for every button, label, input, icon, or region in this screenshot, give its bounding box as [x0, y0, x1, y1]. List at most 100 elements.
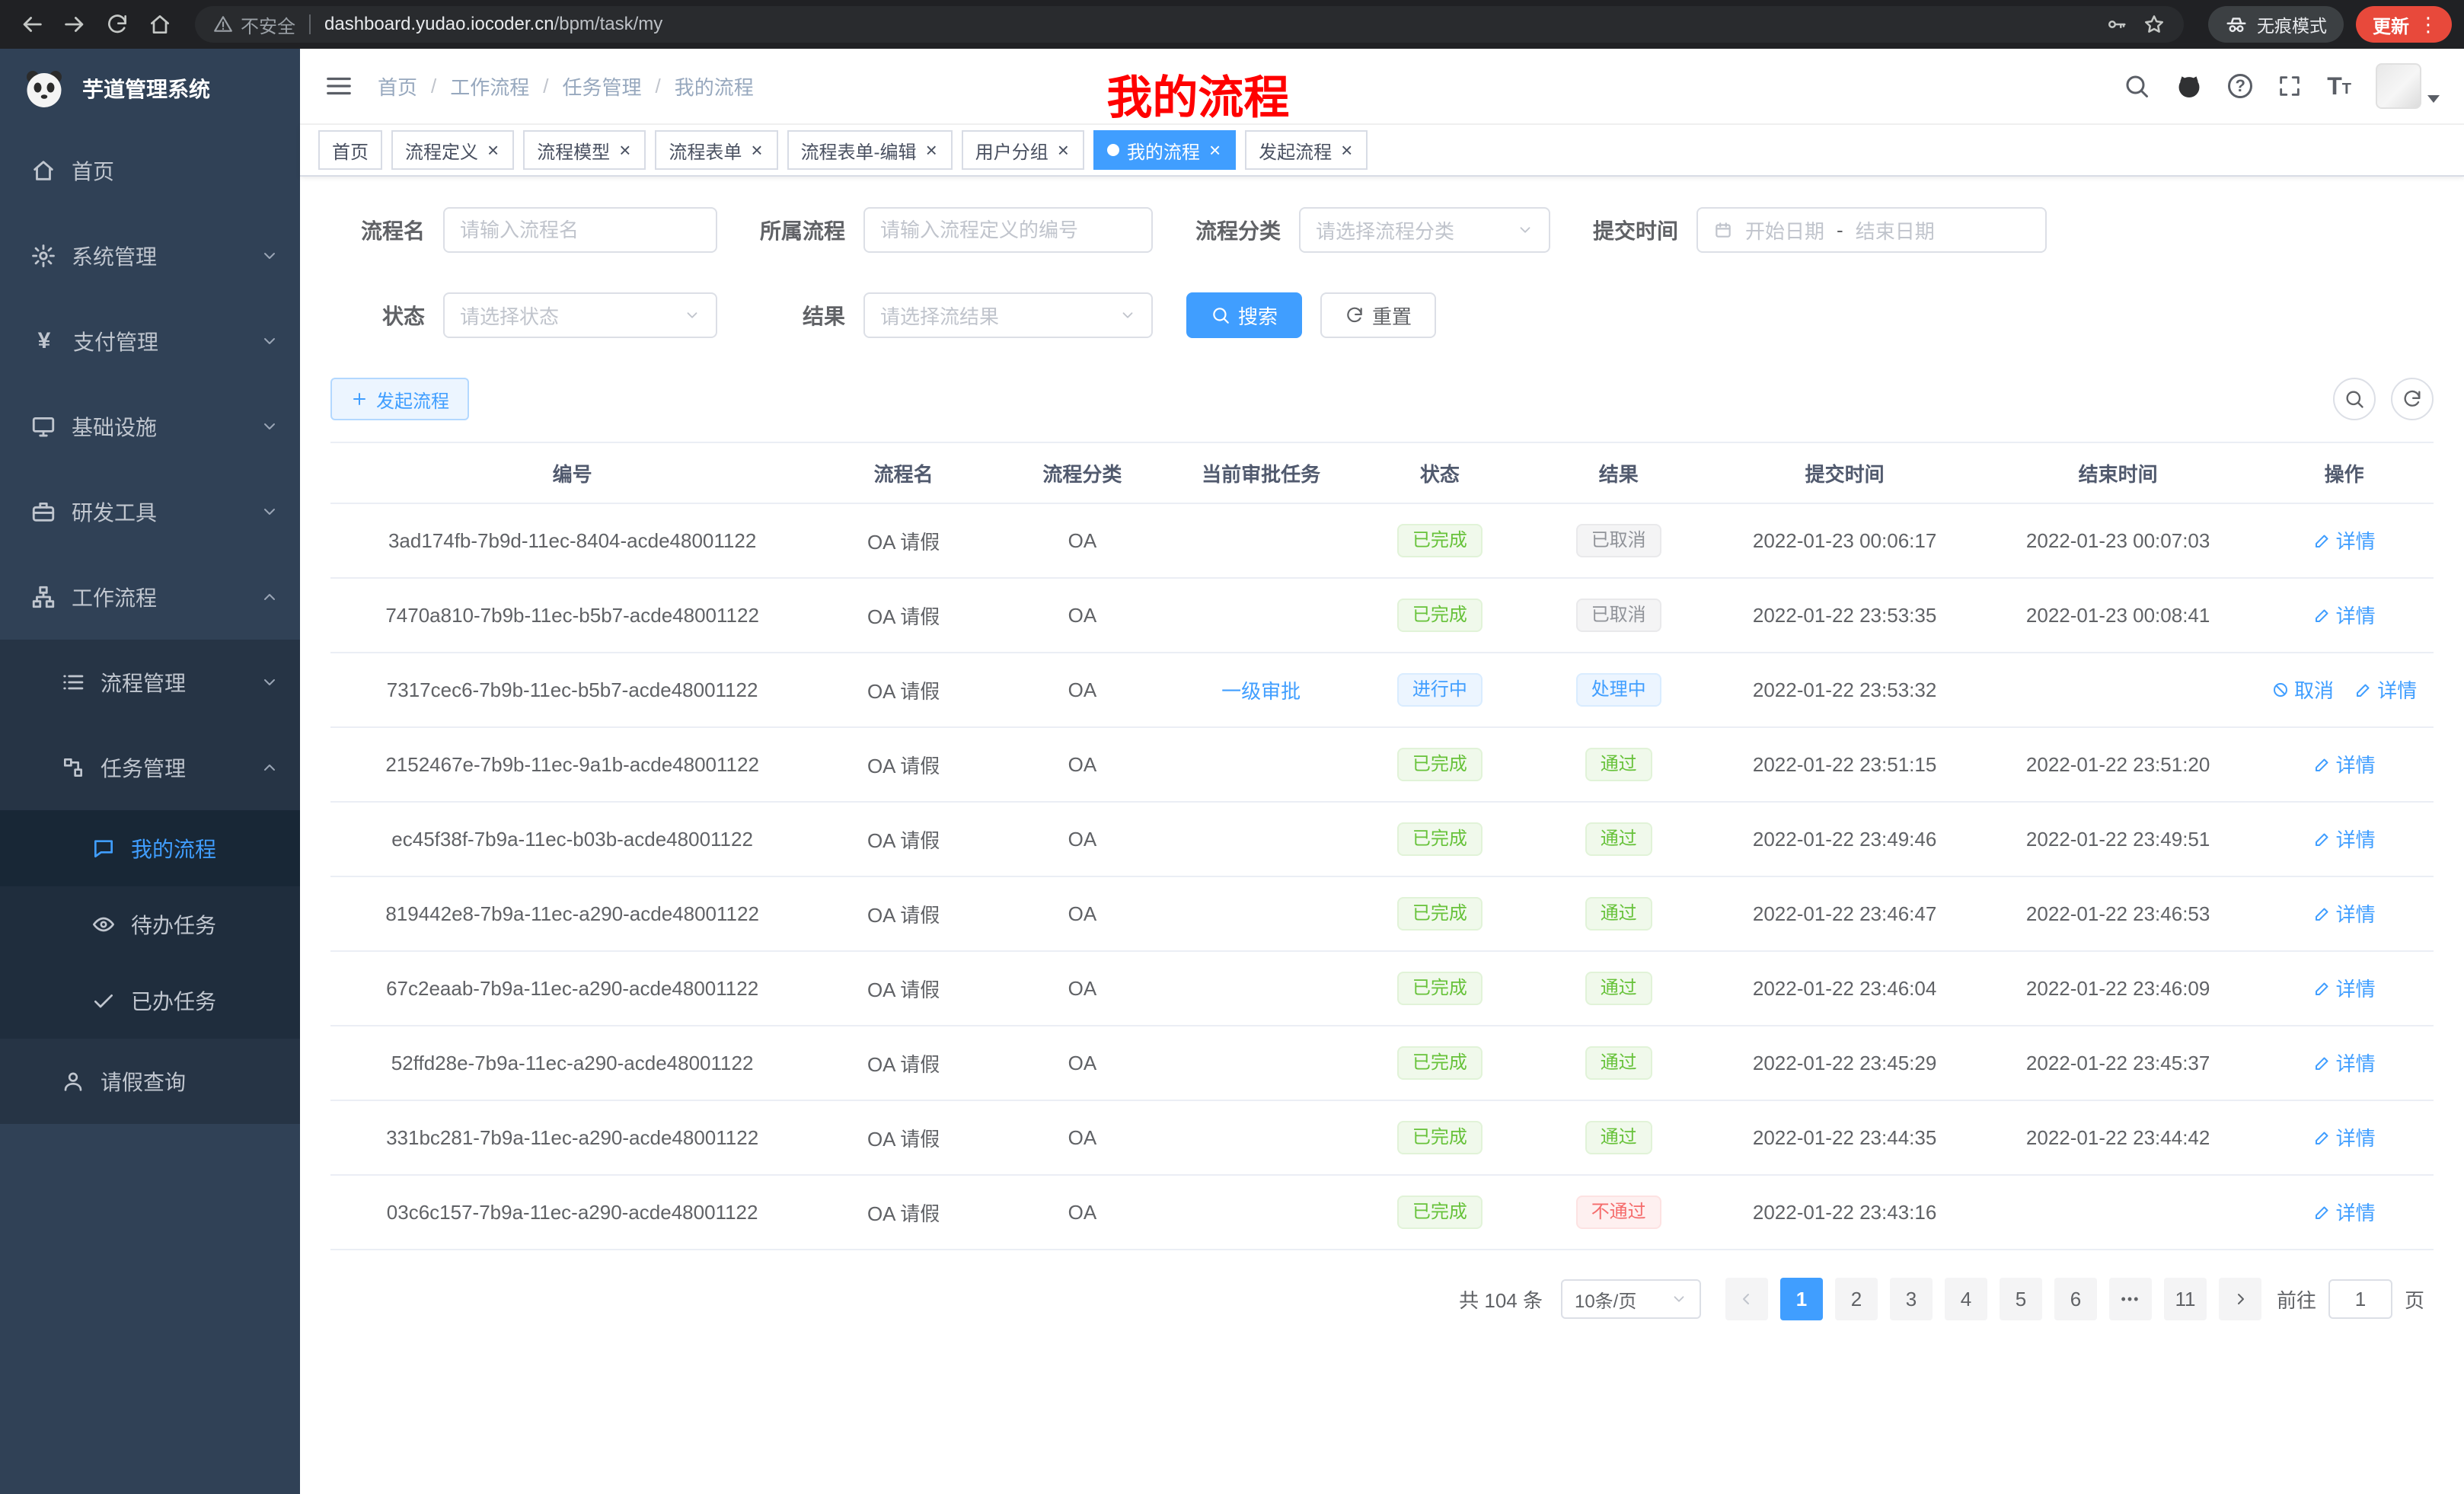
close-icon[interactable]: ×	[749, 140, 764, 160]
fullscreen-button[interactable]	[2277, 73, 2303, 99]
tab-process-model[interactable]: 流程模型×	[523, 130, 646, 170]
close-icon[interactable]: ×	[486, 140, 500, 160]
detail-link[interactable]: 详情	[2313, 1123, 2376, 1151]
sidebar-item-devtools[interactable]: 研发工具	[0, 469, 300, 554]
current-task-link[interactable]: 一级审批	[1221, 676, 1301, 704]
page-button[interactable]: 11	[2164, 1278, 2207, 1320]
next-page-button[interactable]	[2219, 1278, 2261, 1320]
security-warning[interactable]: 不安全	[213, 11, 295, 38]
tab-initiate-process[interactable]: 发起流程×	[1245, 130, 1368, 170]
cell-submit-time: 2022-01-22 23:51:15	[1708, 727, 1981, 802]
tab-my-process[interactable]: 我的流程×	[1093, 130, 1236, 170]
detail-link[interactable]: 详情	[2313, 899, 2376, 927]
edit-icon	[2313, 1203, 2332, 1221]
sidebar-item-process-mgmt[interactable]: 流程管理	[0, 640, 300, 725]
result-badge: 不通过	[1576, 1196, 1661, 1229]
sidebar-item-payment[interactable]: ¥ 支付管理	[0, 298, 300, 384]
home-button[interactable]	[140, 5, 180, 44]
detail-link[interactable]: 详情	[2313, 974, 2376, 1002]
result-badge: 通过	[1585, 748, 1652, 781]
tabs-bar: 首页 流程定义× 流程模型× 流程表单× 流程表单-编辑× 用户分组×	[300, 125, 2464, 177]
refresh-table-button[interactable]	[2391, 378, 2434, 420]
breadcrumb-item[interactable]: 首页	[378, 72, 417, 101]
detail-link[interactable]: 详情	[2313, 825, 2376, 853]
page-button[interactable]: 2	[1835, 1278, 1878, 1320]
github-button[interactable]	[2175, 72, 2204, 101]
reload-button[interactable]	[97, 5, 137, 44]
jump-page-input[interactable]	[2328, 1279, 2392, 1319]
page-button[interactable]: 5	[2000, 1278, 2042, 1320]
close-icon[interactable]: ×	[618, 140, 632, 160]
process-definition-input[interactable]	[863, 207, 1153, 253]
column-header: 当前审批任务	[1172, 442, 1351, 503]
page-button[interactable]: 6	[2054, 1278, 2097, 1320]
cell-id: 67c2eaab-7b9a-11ec-a290-acde48001122	[330, 951, 814, 1026]
sidebar-item-workflow[interactable]: 工作流程	[0, 554, 300, 640]
sidebar-item-home[interactable]: 首页	[0, 128, 300, 213]
chevron-left-icon	[1738, 1290, 1756, 1308]
page-button[interactable]: 1	[1780, 1278, 1823, 1320]
page-button[interactable]: 3	[1890, 1278, 1933, 1320]
forward-button[interactable]	[55, 5, 94, 44]
cancel-link[interactable]: 取消	[2271, 675, 2334, 704]
tab-home[interactable]: 首页	[318, 130, 382, 170]
reset-button[interactable]: 重置	[1320, 292, 1436, 338]
collapse-sidebar-button[interactable]	[324, 72, 353, 101]
sidebar-item-leave-query[interactable]: 请假查询	[0, 1039, 300, 1124]
detail-link[interactable]: 详情	[2313, 526, 2376, 554]
header-search-button[interactable]	[2123, 72, 2150, 100]
detail-link[interactable]: 详情	[2313, 750, 2376, 778]
help-button[interactable]: ?	[2228, 74, 2252, 98]
submit-time-range-picker[interactable]: 开始日期 - 结束日期	[1696, 207, 2047, 253]
page-button[interactable]: 4	[1945, 1278, 1987, 1320]
update-button[interactable]: 更新 ⋮	[2356, 6, 2452, 43]
breadcrumb-item[interactable]: 任务管理	[563, 72, 642, 101]
cell-category: OA	[993, 876, 1172, 951]
cell-submit-time: 2022-01-22 23:46:47	[1708, 876, 1981, 951]
detail-link[interactable]: 详情	[2313, 601, 2376, 629]
search-button-label: 搜索	[1238, 302, 1278, 330]
sidebar-item-my-process[interactable]: 我的流程	[0, 810, 300, 886]
sidebar-item-task-mgmt[interactable]: 任务管理	[0, 725, 300, 810]
sidebar-item-system[interactable]: 系统管理	[0, 213, 300, 298]
toggle-search-button[interactable]	[2333, 378, 2376, 420]
status-select[interactable]: 请选择状态	[443, 292, 717, 338]
user-menu[interactable]	[2376, 63, 2440, 109]
initiate-process-button[interactable]: 发起流程	[330, 378, 469, 420]
more-pages-button[interactable]: •••	[2109, 1278, 2152, 1320]
sidebar-item-done-tasks[interactable]: 已办任务	[0, 962, 300, 1039]
bookmark-button[interactable]	[2143, 13, 2166, 36]
tab-user-group[interactable]: 用户分组×	[962, 130, 1084, 170]
close-icon[interactable]: ×	[1056, 140, 1071, 160]
back-button[interactable]	[12, 5, 52, 44]
breadcrumb-item[interactable]: 工作流程	[450, 72, 529, 101]
address-bar[interactable]: 不安全 dashboard.yudao.iocoder.cn /bpm/task…	[195, 6, 2184, 43]
kebab-menu-icon[interactable]: ⋮	[2418, 13, 2438, 37]
sidebar-item-infra[interactable]: 基础设施	[0, 384, 300, 469]
tab-process-definition[interactable]: 流程定义×	[391, 130, 514, 170]
breadcrumb-item[interactable]: 我的流程	[675, 72, 754, 101]
password-key-button[interactable]	[2105, 13, 2127, 36]
close-icon[interactable]: ×	[1208, 140, 1222, 160]
breadcrumb-separator: /	[656, 75, 661, 98]
result-select[interactable]: 请选择流结果	[863, 292, 1153, 338]
cell-current-task	[1172, 727, 1351, 802]
tab-process-form[interactable]: 流程表单×	[655, 130, 777, 170]
tab-process-form-edit[interactable]: 流程表单-编辑×	[787, 130, 953, 170]
close-icon[interactable]: ×	[1339, 140, 1354, 160]
sidebar-item-todo-tasks[interactable]: 待办任务	[0, 886, 300, 962]
detail-link[interactable]: 详情	[2313, 1049, 2376, 1077]
page-size-select[interactable]: 10条/页	[1561, 1279, 1701, 1319]
detail-link[interactable]: 详情	[2354, 675, 2417, 704]
cell-category: OA	[993, 951, 1172, 1026]
detail-link[interactable]: 详情	[2313, 1198, 2376, 1226]
close-icon[interactable]: ×	[924, 140, 939, 160]
font-size-button[interactable]: TT	[2327, 74, 2351, 98]
category-select[interactable]: 请选择流程分类	[1299, 207, 1550, 253]
incognito-label: 无痕模式	[2257, 11, 2327, 37]
prev-page-button[interactable]	[1725, 1278, 1768, 1320]
process-name-input[interactable]	[443, 207, 717, 253]
monitor-icon	[30, 413, 56, 439]
cell-submit-time: 2022-01-22 23:45:29	[1708, 1026, 1981, 1100]
search-button[interactable]: 搜索	[1186, 292, 1302, 338]
